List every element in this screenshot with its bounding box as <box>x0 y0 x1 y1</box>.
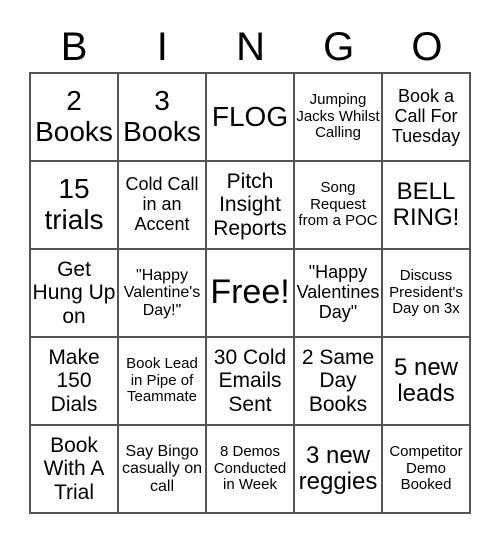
bingo-cell[interactable]: 3 Books <box>118 73 206 161</box>
bingo-cell[interactable]: BELL RING! <box>382 161 470 249</box>
bingo-cell[interactable]: Jumping Jacks Whilst Calling <box>294 73 382 161</box>
bingo-cell[interactable]: Book Lead in Pipe of Teammate <box>118 337 206 425</box>
free-space[interactable]: Free! <box>206 249 294 337</box>
bingo-cell[interactable]: Make 150 Dials <box>30 337 118 425</box>
header-letter-i: I <box>156 25 168 69</box>
bingo-cell[interactable]: 3 new reggies <box>294 425 382 513</box>
bingo-cell[interactable]: 8 Demos Conducted in Week <box>206 425 294 513</box>
bingo-cell[interactable]: 2 Same Day Books <box>294 337 382 425</box>
bingo-cell[interactable]: 5 new leads <box>382 337 470 425</box>
header-letter-n: N <box>236 25 265 69</box>
bingo-cell[interactable]: Get Hung Up on <box>30 249 118 337</box>
bingo-card: 2 Books 3 Books FLOG Jumping Jacks Whils… <box>29 72 471 514</box>
bingo-cell[interactable]: Say Bingo casually on call <box>118 425 206 513</box>
bingo-cell[interactable]: Competitor Demo Booked <box>382 425 470 513</box>
bingo-cell[interactable]: 30 Cold Emails Sent <box>206 337 294 425</box>
header-letter-o: O <box>411 25 443 69</box>
bingo-cell[interactable]: Discuss President's Day on 3x <box>382 249 470 337</box>
header-letter-b: B <box>60 25 88 69</box>
bingo-cell[interactable]: Book a Call For Tuesday <box>382 73 470 161</box>
bingo-cell[interactable]: Pitch Insight Reports <box>206 161 294 249</box>
bingo-cell[interactable]: FLOG <box>206 73 294 161</box>
bingo-cell[interactable]: Cold Call in an Accent <box>118 161 206 249</box>
bingo-cell[interactable]: "Happy Valentine's Day!" <box>118 249 206 337</box>
bingo-cell[interactable]: Book With A Trial <box>30 425 118 513</box>
bingo-cell[interactable]: Song Request from a POC <box>294 161 382 249</box>
bingo-cell[interactable]: "Happy Valentines Day" <box>294 249 382 337</box>
bingo-cell[interactable]: 2 Books <box>30 73 118 161</box>
bingo-cell[interactable]: 15 trials <box>30 161 118 249</box>
bingo-header: B I N G O <box>30 22 471 72</box>
header-letter-g: G <box>323 25 355 69</box>
